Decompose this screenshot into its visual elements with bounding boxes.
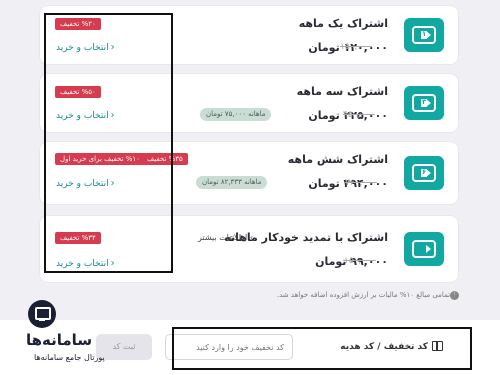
plan-title: اشتراک سه ماهه (296, 85, 388, 98)
plan-title: اشتراک یک ماهه (298, 17, 388, 30)
watermark-sub: پورتال جامع سامانه‌ها (34, 353, 105, 362)
plan-old-price: ۱۵۰,۰۰۰ (344, 256, 376, 266)
monthly-price-pill: ماهانه ۸۲,۳۳۳ تومان (196, 176, 268, 189)
auto-renew-icon (404, 232, 444, 266)
plan-duration-number: ۳ (422, 98, 427, 106)
plan-ticket-icon: ۱ (404, 18, 444, 52)
plan-ticket-icon: ۳ (404, 86, 444, 120)
plan-ticket-icon: ۶ (404, 156, 444, 190)
more-info-link[interactable]: › اطلاعات بیشتر (198, 233, 253, 242)
watermark-main: سامانه‌ها (26, 331, 93, 349)
plan-duration-number: ۶ (422, 168, 427, 176)
watermark-logo: سامانه‌ها پورتال جامع سامانه‌ها (20, 298, 120, 375)
plan-old-price: ۱۵۰,۰۰۰ (340, 42, 372, 52)
monitor-icon (28, 300, 56, 328)
chevron-right-icon: › (249, 233, 254, 242)
plan-title: اشتراک شش ماهه (287, 153, 388, 166)
plan-duration-number: ۱ (422, 30, 427, 38)
monthly-price-pill: ماهانه ۷۵,۰۰۰ تومان (200, 108, 272, 121)
vat-note: به تمامی مبالغ ۱۰% مالیات بر ارزش افزوده… (276, 291, 458, 299)
plan-old-price: ۷۶۰,۰۰۰ (345, 178, 377, 188)
plan-old-price: ۴۵۰,۰۰۰ (343, 110, 375, 120)
highlight-frame (44, 13, 173, 273)
highlight-frame-discount (172, 327, 472, 370)
more-info-label: اطلاعات بیشتر (198, 233, 248, 242)
